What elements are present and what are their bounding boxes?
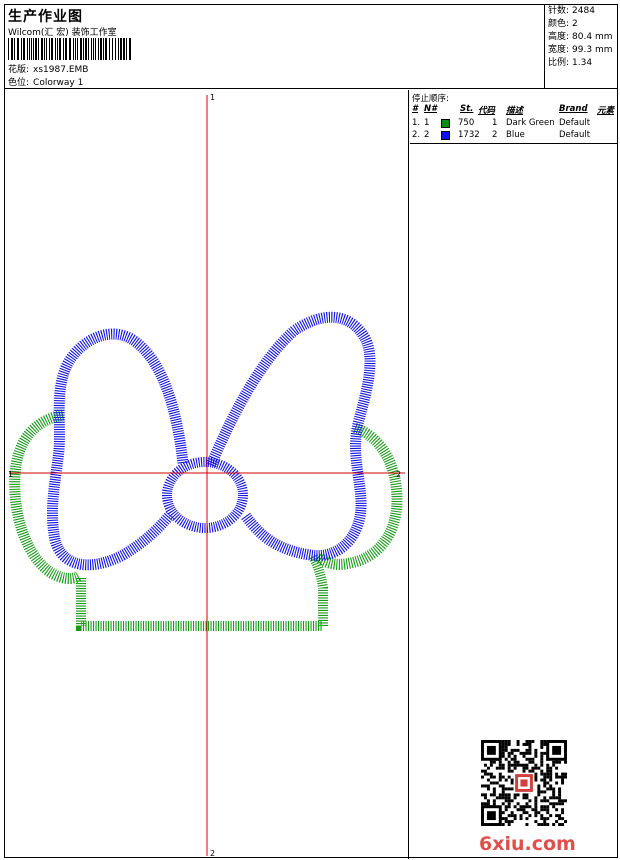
table-row: 2. 2 1732 2 Blue Default bbox=[410, 130, 617, 142]
color-swatch bbox=[441, 119, 450, 128]
table-row: 1. 1 750 1 Dark Green Default bbox=[410, 118, 617, 130]
stat-label: 宽度: bbox=[548, 45, 570, 55]
marker-bottom: 2 bbox=[210, 849, 215, 858]
row-n: 1 bbox=[424, 118, 430, 128]
col-code: 代码 bbox=[478, 106, 496, 116]
company-name: Wilcom(汇 宏) 装饰工作室 bbox=[8, 28, 117, 38]
stat-label: 针数: bbox=[548, 6, 570, 16]
header: 生产作业图 Wilcom(汇 宏) 装饰工作室 花版: xs1987.EMB 色位… bbox=[5, 5, 617, 89]
barcode bbox=[8, 38, 131, 60]
marker-left: 1 bbox=[8, 470, 13, 479]
colorway-line: 色位: Colorway 1 bbox=[8, 75, 83, 88]
pattern-line: 花版: xs1987.EMB bbox=[8, 62, 88, 75]
axis-markers: 1 2 1 2 bbox=[8, 93, 401, 858]
bow-center-knot bbox=[162, 457, 248, 533]
colorway-value: Colorway 1 bbox=[33, 78, 84, 88]
pattern-label: 花版: bbox=[8, 65, 30, 75]
row-code: 2 bbox=[492, 130, 498, 140]
green-outline bbox=[9, 409, 403, 631]
stat-value: 80.4 mm bbox=[572, 32, 613, 42]
row-st: 1732 bbox=[458, 130, 480, 140]
col-desc: 描述 bbox=[506, 106, 524, 116]
stop-sequence-title: 停止顺序: bbox=[412, 94, 449, 104]
stat-stitches: 针数: 2484 bbox=[548, 5, 612, 18]
row-desc: Dark Green bbox=[506, 118, 555, 128]
watermark-logo: 6xiu.com bbox=[479, 833, 576, 855]
stat-value: 99.3 mm bbox=[572, 45, 613, 55]
row-brand: Default bbox=[559, 130, 591, 140]
stat-colors: 颜色: 2 bbox=[548, 18, 612, 31]
header-info: 生产作业图 Wilcom(汇 宏) 装饰工作室 花版: xs1987.EMB 色位… bbox=[5, 5, 545, 89]
crosshair bbox=[9, 95, 405, 856]
stat-value: 2484 bbox=[572, 6, 595, 16]
row-n: 2 bbox=[424, 130, 430, 140]
col-st: St. bbox=[460, 104, 474, 114]
stop-sequence-panel: 停止顺序: # N# St. 代码 描述 Brand 元素 1. 1 750 1… bbox=[410, 90, 617, 144]
color-swatch bbox=[441, 131, 450, 140]
col-n: N# bbox=[424, 104, 438, 114]
stat-value: 1.34 bbox=[572, 58, 593, 68]
row-code: 1 bbox=[492, 118, 498, 128]
blue-bow bbox=[46, 311, 376, 571]
stat-scale: 比例: 1.34 bbox=[548, 57, 612, 70]
stat-label: 比例: bbox=[548, 58, 570, 68]
row-idx: 2. bbox=[412, 130, 421, 140]
row-brand: Default bbox=[559, 118, 591, 128]
marker-top: 1 bbox=[210, 93, 215, 102]
stat-value: 2 bbox=[572, 19, 578, 29]
row-desc: Blue bbox=[506, 130, 525, 140]
col-elem: 元素 bbox=[597, 106, 615, 116]
stat-height: 高度: 80.4 mm bbox=[548, 31, 612, 44]
col-idx: # bbox=[412, 104, 418, 114]
stats-panel: 针数: 2484 颜色: 2 高度: 80.4 mm 宽度: 99.3 mm 比例: 1.… bbox=[548, 5, 612, 70]
stat-label: 高度: bbox=[548, 32, 570, 42]
stat-label: 颜色: bbox=[548, 19, 570, 29]
production-sheet: 生产作业图 Wilcom(汇 宏) 装饰工作室 花版: xs1987.EMB 色位… bbox=[4, 4, 618, 859]
row-st: 750 bbox=[458, 118, 475, 128]
embroidery-preview: 1 2 1 2 bbox=[8, 93, 405, 858]
row-idx: 1. bbox=[412, 118, 421, 128]
marker-right: 2 bbox=[396, 470, 401, 479]
stat-width: 宽度: 99.3 mm bbox=[548, 44, 612, 57]
bow-right-loop bbox=[205, 311, 376, 562]
qr-code bbox=[481, 740, 567, 826]
stop-sequence-header: # N# St. 代码 描述 Brand 元素 bbox=[410, 104, 617, 116]
bow-left-loop bbox=[46, 328, 189, 571]
design-area: 1 2 1 2 bbox=[5, 90, 409, 859]
page-title: 生产作业图 bbox=[8, 9, 83, 25]
col-brand: Brand bbox=[559, 104, 588, 114]
pattern-value: xs1987.EMB bbox=[33, 65, 89, 75]
colorway-label: 色位: bbox=[8, 78, 30, 88]
